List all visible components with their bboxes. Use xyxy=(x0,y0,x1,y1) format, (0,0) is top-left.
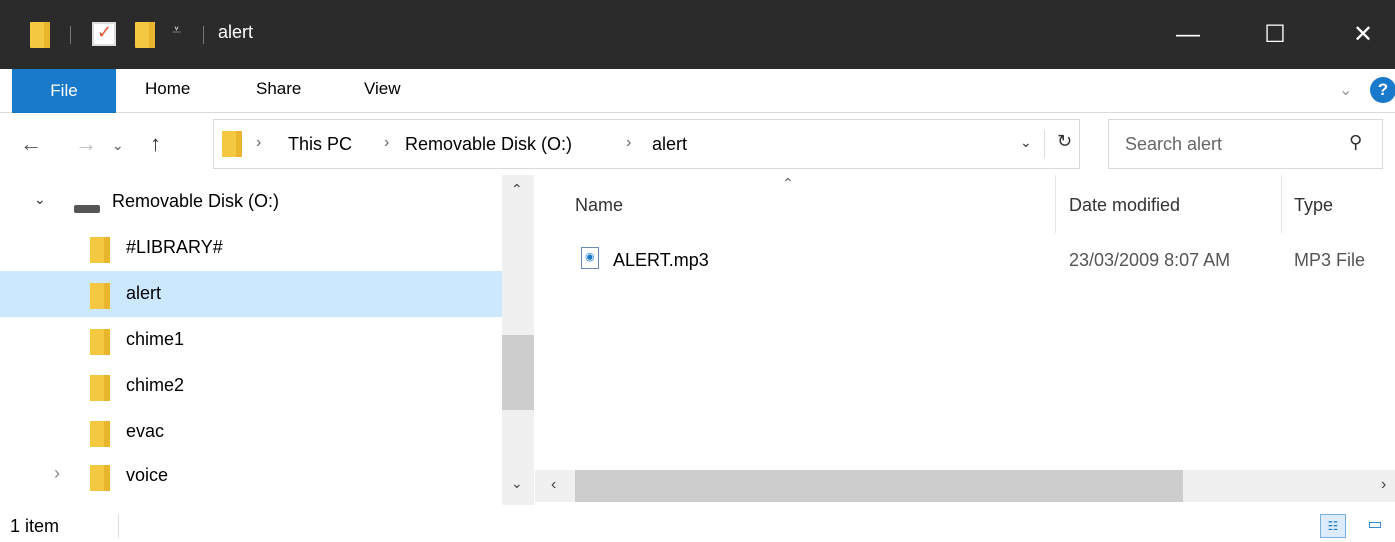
nav-item-evac[interactable]: evac xyxy=(0,409,502,455)
column-header-name[interactable]: Name xyxy=(575,195,623,216)
expand-ribbon-icon[interactable]: ⌄ xyxy=(1339,80,1352,100)
ribbon: File Home Share View ⌄ ? xyxy=(0,69,1395,113)
chevron-right-icon[interactable]: › xyxy=(384,134,389,152)
separator xyxy=(203,26,204,44)
file-type: MP3 File xyxy=(1294,250,1366,270)
minimize-button[interactable]: — xyxy=(1143,0,1233,69)
nav-item-label: Removable Disk (O:) xyxy=(112,191,280,211)
column-header-type[interactable]: Type xyxy=(1294,195,1333,216)
nav-item-library[interactable]: #LIBRARY# xyxy=(0,225,502,271)
scroll-right-icon[interactable]: › xyxy=(1381,476,1386,494)
nav-item-alert[interactable]: alert xyxy=(0,271,502,317)
customize-qat-icon[interactable]: ⩡ xyxy=(172,22,181,40)
nav-item-label: chime1 xyxy=(126,329,185,349)
address-bar[interactable]: › This PC › Removable Disk (O:) › alert … xyxy=(213,119,1080,169)
up-arrow-icon[interactable]: ↑ xyxy=(150,131,161,157)
chevron-right-icon: › xyxy=(256,134,262,151)
scrollbar-thumb[interactable] xyxy=(502,335,534,410)
address-dropdown-icon[interactable]: ⌄ xyxy=(1020,134,1032,151)
nav-item-chime1[interactable]: chime1 xyxy=(0,317,502,363)
maximize-button[interactable]: ☐ xyxy=(1230,0,1320,69)
title-bar: ✓ ⩡ alert — ☐ ✕ xyxy=(0,0,1395,69)
item-count: 1 item xyxy=(10,516,60,536)
recent-locations-icon[interactable]: ⌄ xyxy=(112,137,124,154)
folder-icon xyxy=(30,22,50,48)
divider xyxy=(118,514,119,538)
column-divider[interactable] xyxy=(1281,175,1282,233)
status-bar: 1 item ☷ ▭ xyxy=(0,510,1395,542)
folder-icon xyxy=(90,237,110,263)
chevron-down-icon[interactable]: ⌄ xyxy=(34,191,46,208)
folder-icon xyxy=(222,131,242,157)
file-name: ALERT.mp3 xyxy=(613,250,709,270)
nav-item-label: voice xyxy=(126,465,169,485)
breadcrumb-alert[interactable]: alert xyxy=(652,134,687,155)
refresh-icon[interactable]: ↻ xyxy=(1057,131,1072,152)
folder-icon xyxy=(90,421,110,447)
table-row[interactable]: ◉ ALERT.mp3 23/03/2009 8:07 AM MP3 File xyxy=(535,235,1395,281)
nav-item-chime2[interactable]: chime2 xyxy=(0,363,502,409)
chevron-right-icon[interactable]: › xyxy=(626,134,631,152)
breadcrumb-this-pc[interactable]: This PC xyxy=(288,134,352,155)
new-folder-icon[interactable] xyxy=(135,22,155,48)
folder-icon xyxy=(90,329,110,355)
search-input[interactable]: Search alert xyxy=(1125,134,1222,155)
nav-item-label: alert xyxy=(126,283,162,303)
chevron-right-icon[interactable]: › xyxy=(54,463,60,484)
tab-file[interactable]: File xyxy=(12,69,116,113)
forward-arrow-icon[interactable]: → xyxy=(75,131,97,157)
scrollbar-thumb[interactable] xyxy=(575,470,1183,502)
file-date: 23/03/2009 8:07 AM xyxy=(1069,250,1231,270)
sort-indicator-icon: ⌃ xyxy=(782,175,794,191)
drive-icon xyxy=(74,205,100,213)
properties-icon[interactable]: ✓ xyxy=(92,22,116,46)
nav-item-label: #LIBRARY# xyxy=(126,237,223,257)
nav-item-label: evac xyxy=(126,421,165,441)
nav-item-removable-disk[interactable]: ⌄ Removable Disk (O:) xyxy=(0,179,502,225)
column-header-date-modified[interactable]: Date modified xyxy=(1069,195,1180,216)
tab-share[interactable]: Share xyxy=(256,79,301,99)
back-arrow-icon[interactable]: ← xyxy=(20,131,42,157)
large-icons-view-icon[interactable]: ▭ xyxy=(1362,514,1388,538)
tab-home[interactable]: Home xyxy=(145,79,190,99)
audio-file-icon: ◉ xyxy=(581,247,599,269)
close-button[interactable]: ✕ xyxy=(1318,0,1395,69)
divider xyxy=(1044,130,1045,158)
column-divider[interactable] xyxy=(1055,175,1056,233)
file-list: ⌃ Name Date modified Type ◉ ALERT.mp3 23… xyxy=(535,175,1395,505)
navigation-pane: ⌄ Removable Disk (O:) #LIBRARY# alert ch… xyxy=(0,175,535,505)
scroll-left-icon[interactable]: ‹ xyxy=(551,476,556,494)
folder-icon xyxy=(90,375,110,401)
help-icon[interactable]: ? xyxy=(1370,77,1395,103)
window-title: alert xyxy=(218,22,254,42)
search-icon[interactable]: ⚲ xyxy=(1349,132,1362,153)
nav-item-label: chime2 xyxy=(126,375,185,395)
breadcrumb-removable-disk[interactable]: Removable Disk (O:) xyxy=(405,134,572,155)
scroll-down-icon[interactable]: ⌄ xyxy=(511,475,523,492)
separator xyxy=(70,26,71,44)
folder-icon xyxy=(90,465,110,491)
scroll-up-icon[interactable]: ⌃ xyxy=(511,181,523,198)
tab-view[interactable]: View xyxy=(364,79,401,99)
search-box[interactable]: Search alert ⚲ xyxy=(1108,119,1383,169)
nav-item-voice[interactable]: › voice xyxy=(0,453,502,499)
folder-icon xyxy=(90,283,110,309)
details-view-icon[interactable]: ☷ xyxy=(1320,514,1346,538)
